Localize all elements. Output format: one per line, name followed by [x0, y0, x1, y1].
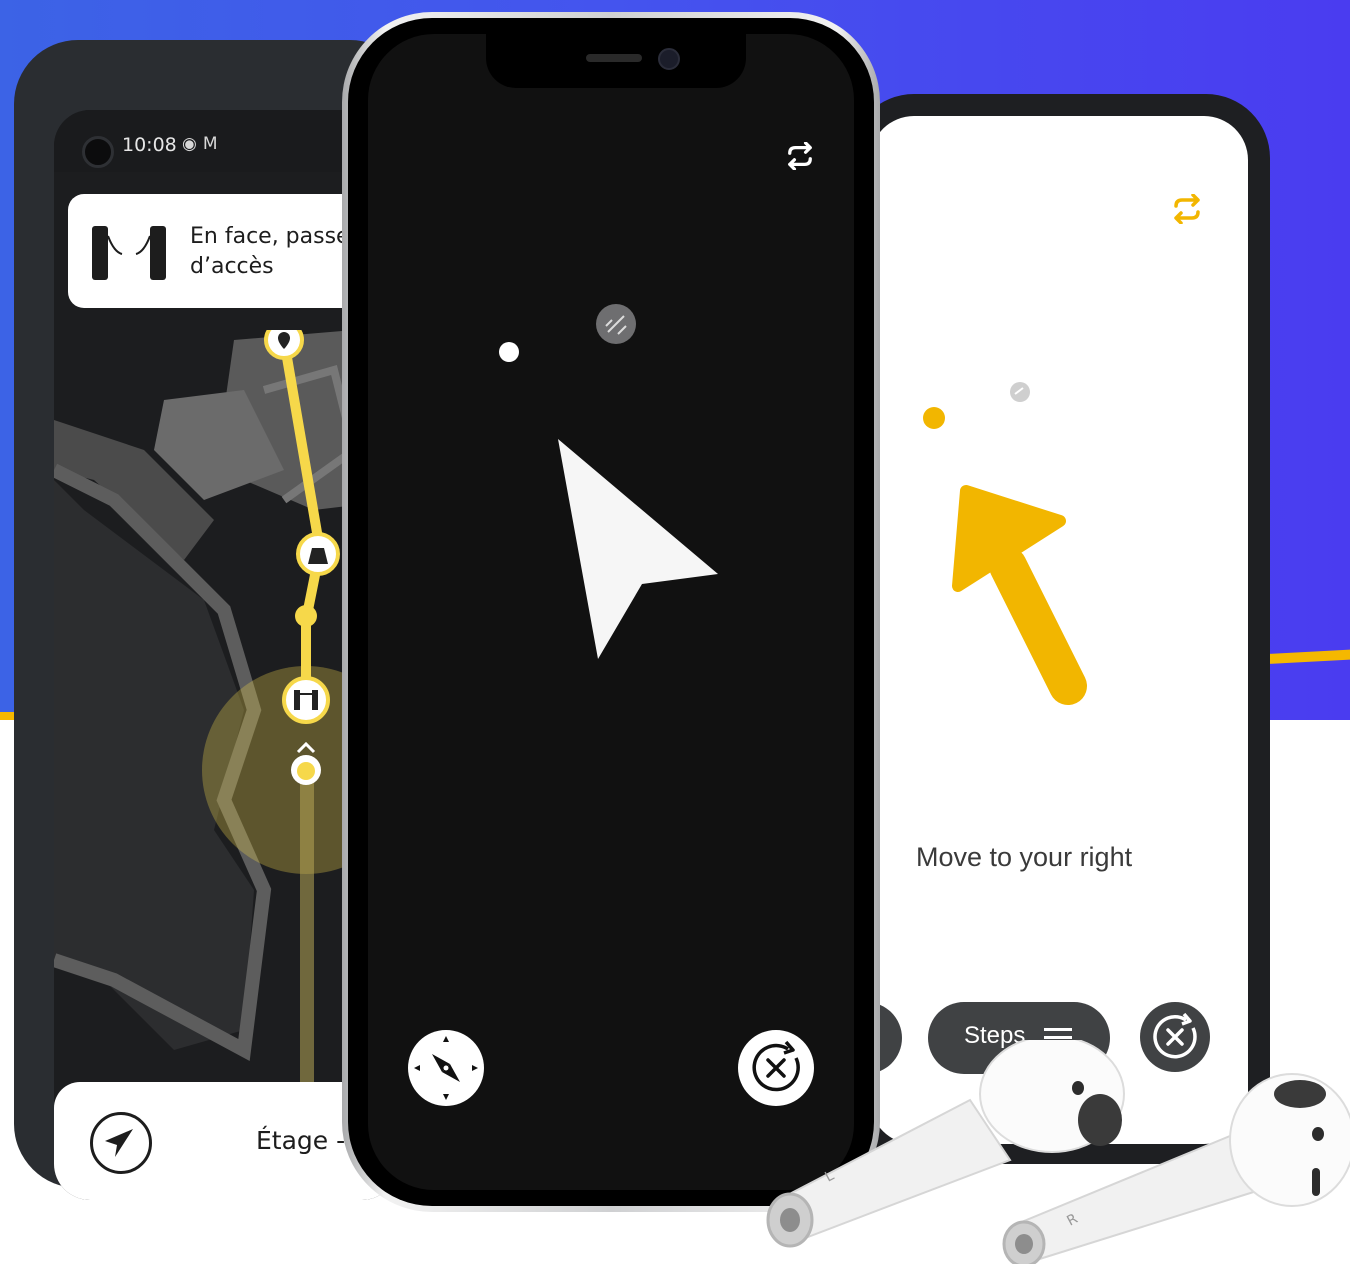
navigation-arrow-icon	[105, 1129, 133, 1157]
airpods: L R	[766, 1040, 1350, 1264]
swap-icon[interactable]	[784, 142, 816, 170]
center-phone	[342, 12, 880, 1212]
right-phone-screen: Move to your right Steps	[870, 116, 1248, 1144]
direction-arrow-icon	[923, 382, 1087, 705]
pin-marker-icon[interactable]	[264, 330, 304, 360]
right-phone: Move to your right Steps	[850, 94, 1270, 1164]
gate-marker-icon[interactable]	[282, 676, 330, 724]
speaker	[586, 54, 642, 62]
center-phone-screen	[368, 34, 854, 1190]
status-icons: ◉M	[182, 134, 224, 154]
front-camera	[658, 48, 680, 70]
direction-pointer-icon	[499, 304, 718, 659]
instruction-text: Move to your right	[916, 842, 1133, 872]
compass-button[interactable]	[408, 1030, 484, 1106]
turnstile-gate-icon	[92, 226, 166, 280]
compass-icon	[414, 1036, 478, 1100]
front-camera	[82, 136, 114, 168]
radio-icon: ◉	[182, 134, 203, 154]
locate-button[interactable]	[90, 1112, 152, 1174]
gmail-icon: M	[202, 134, 224, 154]
status-time: 10:08	[122, 134, 177, 156]
escalator-marker-icon[interactable]	[296, 532, 340, 576]
notch	[486, 34, 746, 88]
swap-icon[interactable]	[1170, 194, 1204, 224]
center-phone-bezel	[348, 18, 874, 1206]
